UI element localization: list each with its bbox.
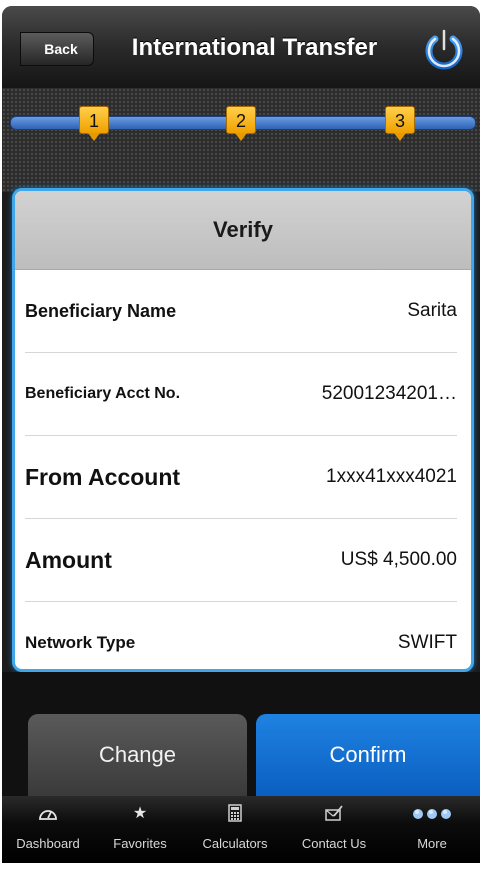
step-3-badge: 3	[385, 106, 415, 141]
more-icon	[410, 804, 454, 824]
logout-button[interactable]	[420, 26, 468, 74]
tab-favorites-label: Favorites	[113, 836, 167, 851]
beneficiary-name-label: Beneficiary Name	[25, 300, 177, 321]
contact-icon	[323, 804, 345, 824]
step-2-badge: 2	[226, 106, 256, 141]
beneficiary-acct-row: Beneficiary Acct No. 52001234201…	[25, 353, 457, 436]
back-button[interactable]: Back	[20, 32, 94, 66]
calculator-icon	[224, 804, 246, 824]
back-button-label: Back	[44, 41, 78, 57]
tab-contact-us[interactable]: Contact Us	[284, 796, 384, 863]
gauge-icon	[37, 804, 59, 824]
verify-card: Verify Beneficiary Name Sarita Beneficia…	[12, 188, 474, 672]
power-icon	[425, 27, 463, 70]
tab-dashboard-label: Dashboard	[16, 836, 80, 851]
page-title: International Transfer	[131, 34, 378, 61]
beneficiary-name-value: Sarita	[407, 300, 457, 321]
tab-bar: Dashboard ★ Favorites Calculators Contac…	[2, 796, 480, 863]
tab-more[interactable]: More	[384, 796, 480, 863]
action-bar: Change Confirm	[2, 672, 480, 796]
star-icon: ★	[132, 805, 148, 822]
network-type-value: SWIFT	[397, 632, 457, 653]
from-account-value: 1xxx41xxx4021	[326, 466, 457, 487]
change-button[interactable]: Change	[28, 714, 247, 796]
from-account-row: From Account 1xxx41xxx4021	[25, 436, 457, 519]
amount-row: Amount US$ 4,500.00	[25, 519, 457, 602]
beneficiary-name-row: Beneficiary Name Sarita	[25, 270, 457, 353]
network-type-label: Network Type	[25, 633, 136, 652]
confirm-button[interactable]: Confirm	[256, 714, 480, 796]
beneficiary-acct-label: Beneficiary Acct No.	[25, 385, 181, 402]
tab-calculators-label: Calculators	[202, 836, 268, 851]
navigation-bar: Back International Transfer	[2, 6, 480, 89]
network-type-row: Network Type SWIFT	[25, 602, 457, 669]
beneficiary-acct-value: 52001234201…	[321, 383, 457, 404]
amount-value: US$ 4,500.00	[340, 549, 457, 570]
step-progress: 1 2 3	[2, 88, 480, 192]
tab-more-label: More	[417, 836, 447, 851]
step-1-badge: 1	[79, 106, 109, 141]
tab-favorites[interactable]: ★ Favorites	[94, 796, 186, 863]
app-screen: Back International Transfer 1 2 3 Verify…	[2, 6, 480, 863]
amount-label: Amount	[25, 546, 112, 573]
verify-title: Verify	[15, 191, 471, 270]
from-account-label: From Account	[25, 463, 181, 490]
tab-dashboard[interactable]: Dashboard	[2, 796, 94, 863]
tab-calculators[interactable]: Calculators	[186, 796, 284, 863]
tab-contact-us-label: Contact Us	[301, 836, 367, 851]
